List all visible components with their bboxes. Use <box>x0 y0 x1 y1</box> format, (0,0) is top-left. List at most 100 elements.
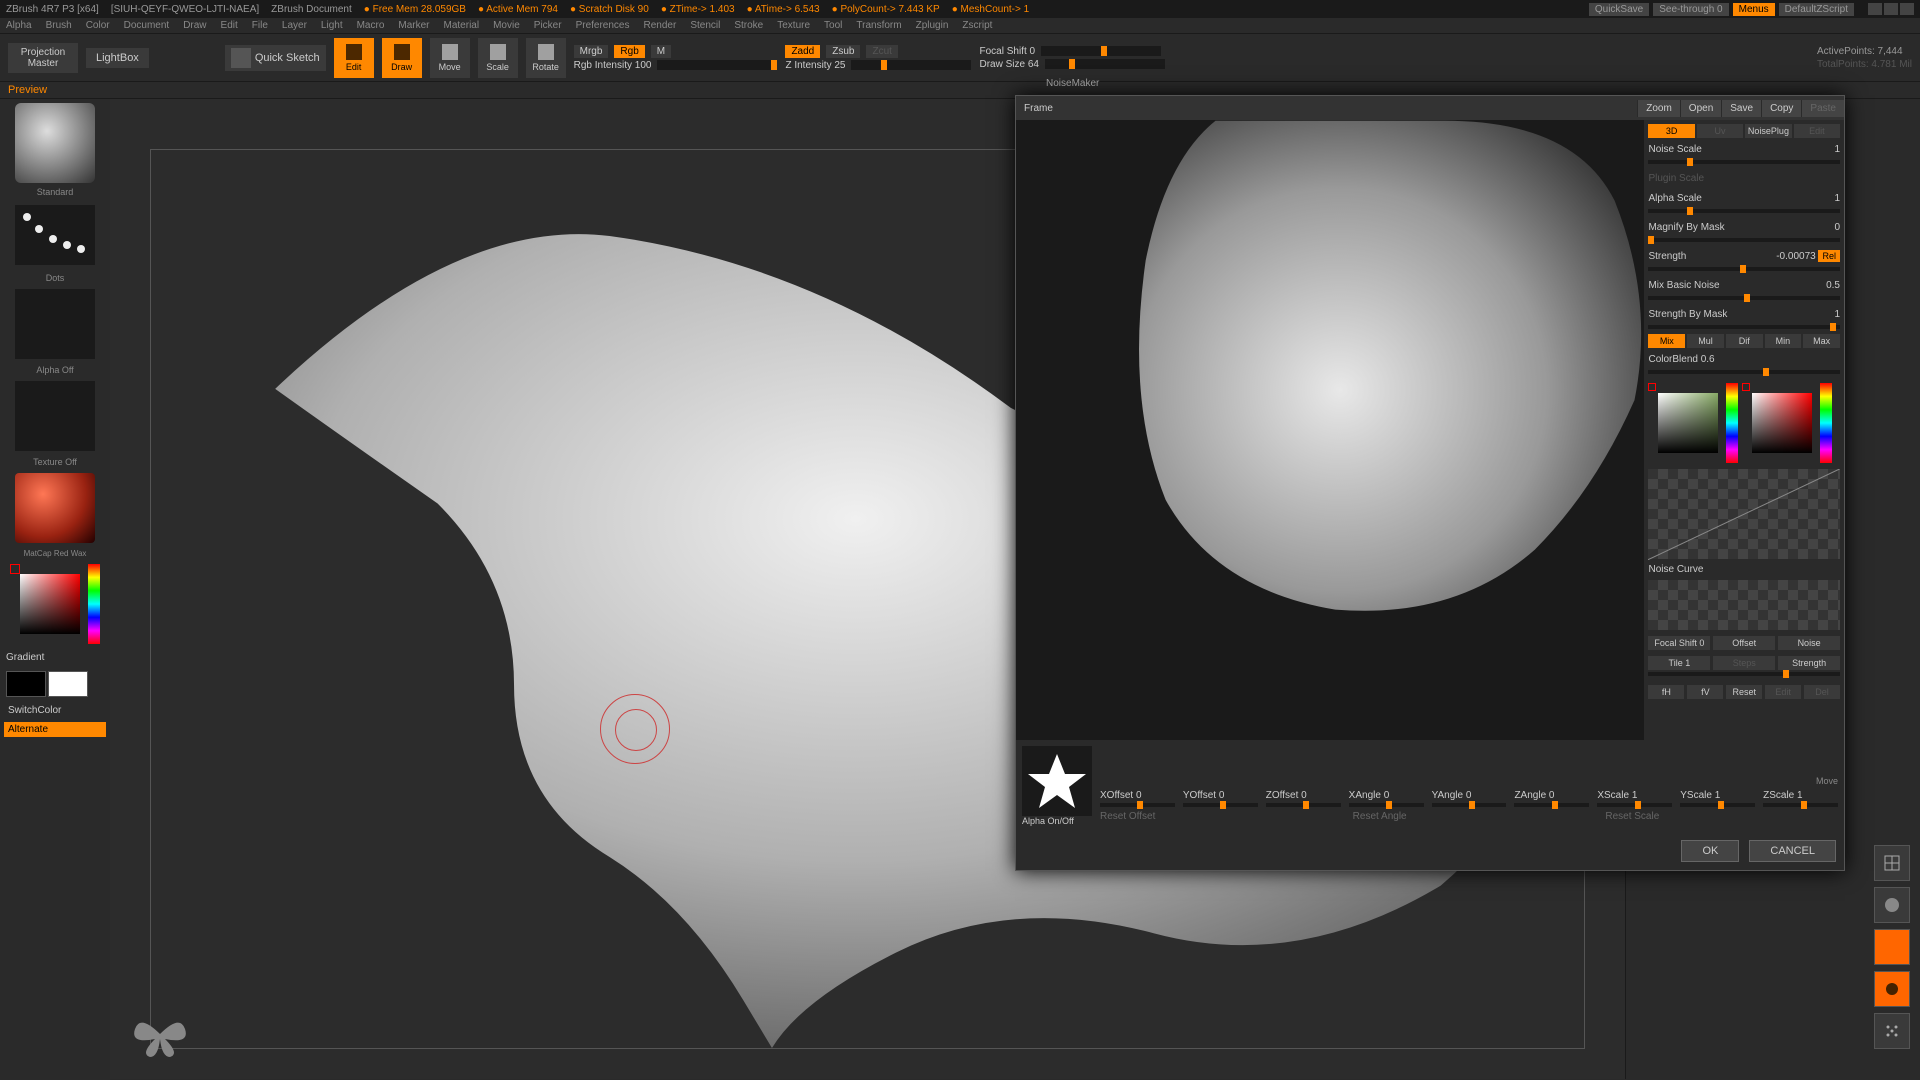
bottom-slider[interactable] <box>1648 672 1840 676</box>
xangle-slider[interactable] <box>1349 803 1424 807</box>
zoom-button[interactable]: Zoom <box>1637 100 1680 117</box>
solo-button[interactable] <box>1874 971 1910 1007</box>
color-saturation[interactable] <box>20 574 80 634</box>
open-button[interactable]: Open <box>1680 100 1721 117</box>
menu-file[interactable]: File <box>252 20 268 31</box>
noise-scale-slider[interactable] <box>1648 160 1840 164</box>
tile-label[interactable]: Tile 1 <box>1648 656 1710 670</box>
edit2-button[interactable]: Edit <box>1765 685 1801 699</box>
uv-button[interactable]: Uv <box>1697 124 1743 138</box>
edit-mode-button[interactable]: Edit <box>334 38 374 78</box>
color-hue-b[interactable] <box>1820 383 1832 463</box>
mix-button[interactable]: Mix <box>1648 334 1685 348</box>
reset-offset-button[interactable]: Reset Offset <box>1100 811 1333 822</box>
yscale-slider[interactable] <box>1680 803 1755 807</box>
zscale-slider[interactable] <box>1763 803 1838 807</box>
reset-scale-button[interactable]: Reset Scale <box>1605 811 1838 822</box>
menu-marker[interactable]: Marker <box>398 20 429 31</box>
zsub-button[interactable]: Zsub <box>826 45 860 58</box>
swatch-black[interactable] <box>6 671 46 697</box>
cancel-button[interactable]: CANCEL <box>1749 840 1836 862</box>
menu-macro[interactable]: Macro <box>357 20 385 31</box>
projection-master-button[interactable]: Projection Master <box>8 43 78 73</box>
reset-button[interactable]: Reset <box>1726 685 1762 699</box>
mul-button[interactable]: Mul <box>1687 334 1724 348</box>
texture-preview[interactable] <box>15 381 95 451</box>
rgb-intensity-slider[interactable] <box>657 60 777 70</box>
menu-light[interactable]: Light <box>321 20 343 31</box>
yangle-slider[interactable] <box>1432 803 1507 807</box>
menu-brush[interactable]: Brush <box>46 20 72 31</box>
xoffset-slider[interactable] <box>1100 803 1175 807</box>
magnify-slider[interactable] <box>1648 238 1840 242</box>
noise-curve-editor-2[interactable] <box>1648 580 1840 630</box>
move-mode-button[interactable]: Move <box>430 38 470 78</box>
swatch-white[interactable] <box>48 671 88 697</box>
color-sat-a[interactable] <box>1658 393 1718 453</box>
alternate-button[interactable]: Alternate <box>4 722 106 737</box>
menu-color[interactable]: Color <box>86 20 110 31</box>
zangle-slider[interactable] <box>1514 803 1589 807</box>
xpose-button[interactable] <box>1874 1013 1910 1049</box>
noise-curve-editor[interactable] <box>1648 469 1840 559</box>
color-picker-b[interactable] <box>1742 383 1832 463</box>
color-sat-b[interactable] <box>1752 393 1812 453</box>
gradient-label[interactable]: Gradient <box>4 650 106 665</box>
menu-movie[interactable]: Movie <box>493 20 520 31</box>
menu-transform[interactable]: Transform <box>856 20 901 31</box>
menu-tool[interactable]: Tool <box>824 20 842 31</box>
frame-button[interactable]: Frame <box>1016 103 1061 114</box>
menu-zplugin[interactable]: Zplugin <box>916 20 949 31</box>
brush-preview[interactable] <box>15 103 95 183</box>
maximize-icon[interactable] <box>1884 3 1898 15</box>
rel-button[interactable]: Rel <box>1818 250 1840 262</box>
material-preview[interactable] <box>15 473 95 543</box>
quicksave-button[interactable]: QuickSave <box>1589 3 1649 16</box>
color-picker[interactable] <box>10 564 100 644</box>
menu-render[interactable]: Render <box>644 20 677 31</box>
alpha-preview[interactable] <box>15 289 95 359</box>
menu-preferences[interactable]: Preferences <box>576 20 630 31</box>
menu-document[interactable]: Document <box>124 20 170 31</box>
seethrough-slider[interactable]: See-through 0 <box>1653 3 1728 16</box>
close-icon[interactable] <box>1900 3 1914 15</box>
menu-stencil[interactable]: Stencil <box>690 20 720 31</box>
max-button[interactable]: Max <box>1803 334 1840 348</box>
linefill-button[interactable] <box>1874 845 1910 881</box>
ok-button[interactable]: OK <box>1681 840 1739 862</box>
rgb-button[interactable]: Rgb <box>614 45 644 58</box>
menu-picker[interactable]: Picker <box>534 20 562 31</box>
fv-button[interactable]: fV <box>1687 685 1723 699</box>
xscale-slider[interactable] <box>1597 803 1672 807</box>
minimize-icon[interactable] <box>1868 3 1882 15</box>
zcut-button[interactable]: Zcut <box>866 45 897 58</box>
alpha-thumb[interactable] <box>1022 746 1092 816</box>
paste-button[interactable]: Paste <box>1801 100 1844 117</box>
menu-draw[interactable]: Draw <box>183 20 206 31</box>
del-button[interactable]: Del <box>1804 685 1840 699</box>
strmask-slider[interactable] <box>1648 325 1840 329</box>
offset-label[interactable]: Offset <box>1713 636 1775 650</box>
noise-preview[interactable] <box>1016 120 1644 740</box>
colorblend-slider[interactable] <box>1648 370 1840 374</box>
noise-label[interactable]: Noise <box>1778 636 1840 650</box>
mixbasic-slider[interactable] <box>1648 296 1840 300</box>
reset-angle-button[interactable]: Reset Angle <box>1353 811 1586 822</box>
menu-layer[interactable]: Layer <box>282 20 307 31</box>
focalshift-label[interactable]: Focal Shift 0 <box>1648 636 1710 650</box>
menu-stroke[interactable]: Stroke <box>734 20 763 31</box>
ghost-button[interactable] <box>1874 929 1910 965</box>
menu-texture[interactable]: Texture <box>777 20 810 31</box>
edit-plug-button[interactable]: Edit <box>1794 124 1840 138</box>
focal-shift-slider[interactable] <box>1041 46 1161 56</box>
3d-button[interactable]: 3D <box>1648 124 1694 138</box>
draw-size-slider[interactable] <box>1045 59 1165 69</box>
quicksketch-button[interactable]: Quick Sketch <box>225 45 326 71</box>
menu-zscript[interactable]: Zscript <box>962 20 992 31</box>
min-button[interactable]: Min <box>1765 334 1802 348</box>
transp-button[interactable] <box>1874 887 1910 923</box>
switchcolor-button[interactable]: SwitchColor <box>4 703 106 718</box>
strength-slider[interactable] <box>1648 267 1840 271</box>
alpha-scale-slider[interactable] <box>1648 209 1840 213</box>
noiseplug-button[interactable]: NoisePlug <box>1745 124 1791 138</box>
